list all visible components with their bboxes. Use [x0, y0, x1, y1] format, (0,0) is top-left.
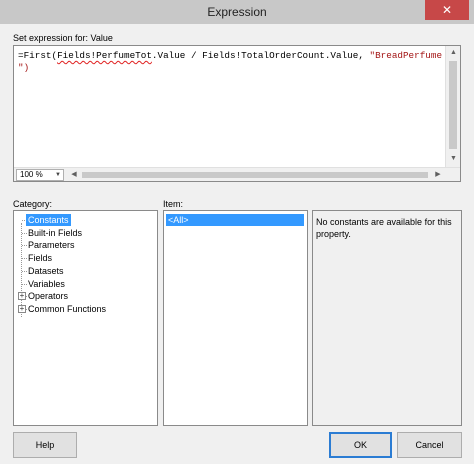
item-label: Item: — [163, 199, 184, 209]
expression-code[interactable]: =First(Fields!PerfumeTot.Value / Fields!… — [18, 50, 442, 74]
expression-editor[interactable]: =First(Fields!PerfumeTot.Value / Fields!… — [13, 45, 461, 182]
tree-item[interactable]: Variables — [28, 278, 65, 290]
scroll-down-icon[interactable]: ▼ — [446, 152, 461, 166]
tree-item[interactable]: Parameters — [28, 239, 75, 251]
code-prefix: =First( — [18, 50, 58, 61]
ok-button[interactable]: OK — [329, 432, 392, 458]
scroll-up-icon[interactable]: ▲ — [446, 46, 461, 60]
vertical-scroll-thumb[interactable] — [449, 61, 457, 149]
expression-label: Set expression for: Value — [13, 33, 113, 43]
code-middle: .Value / Fields!TotalOrderCount.Value, — [151, 50, 370, 61]
tree-guide-branch — [22, 232, 27, 234]
tree-guide-branch — [22, 283, 27, 285]
description-text: No constants are available for this prop… — [316, 217, 452, 239]
tree-item[interactable]: Built-in Fields — [28, 227, 82, 239]
category-tree[interactable]: Constants Built-in Fields Parameters Fields… — [13, 210, 158, 426]
tree-item[interactable]: Constants — [26, 214, 71, 226]
help-button[interactable]: Help — [13, 432, 77, 458]
tree-item[interactable]: Operators — [28, 290, 68, 302]
zoom-value: 100 % — [20, 170, 43, 179]
scroll-right-icon[interactable]: ▶ — [432, 169, 444, 181]
close-icon: ✕ — [441, 3, 453, 17]
tree-guide-branch — [22, 245, 27, 247]
horizontal-scroll-thumb[interactable] — [82, 172, 428, 178]
title-bar: Expression ✕ — [0, 0, 474, 24]
cancel-button[interactable]: Cancel — [397, 432, 462, 458]
vertical-scrollbar[interactable]: ▲ ▼ — [445, 46, 460, 167]
tree-item[interactable]: Fields — [28, 252, 52, 264]
list-item[interactable]: <All> — [166, 214, 304, 226]
chevron-down-icon: ▼ — [55, 172, 61, 178]
expand-icon[interactable]: + — [18, 304, 26, 313]
tree-item[interactable]: Datasets — [28, 265, 64, 277]
code-string: "BreadPerfumeJaguar — [369, 50, 443, 61]
tree-guide-branch — [22, 270, 27, 272]
editor-bottom-bar: 100 % ▼ ◀ ▶ — [14, 167, 460, 181]
description-panel: No constants are available for this prop… — [312, 210, 462, 426]
scroll-left-icon[interactable]: ◀ — [68, 169, 80, 181]
item-list[interactable]: <All> — [163, 210, 308, 426]
close-button[interactable]: ✕ — [425, 0, 469, 20]
code-error-token: Fields!PerfumeTot — [57, 50, 152, 61]
window-title: Expression — [207, 5, 267, 19]
code-string-end: ") — [18, 62, 30, 73]
tree-item[interactable]: Common Functions — [28, 303, 106, 315]
category-label: Category: — [13, 199, 53, 209]
tree-guide-branch — [22, 258, 27, 260]
expand-icon[interactable]: + — [18, 292, 26, 301]
zoom-select[interactable]: 100 % ▼ — [16, 169, 64, 181]
